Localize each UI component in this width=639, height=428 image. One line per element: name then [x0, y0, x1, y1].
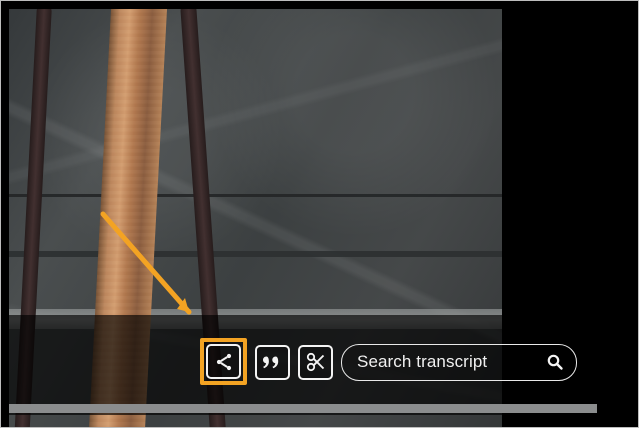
search-icon[interactable]	[546, 353, 564, 371]
quote-button[interactable]	[255, 344, 290, 380]
search-transcript-placeholder: Search transcript	[357, 352, 488, 371]
stone-wall-seam-lower	[9, 251, 502, 257]
player-controls: Search transcript	[200, 338, 577, 385]
share-button-highlight	[200, 338, 247, 385]
progress-track[interactable]	[9, 404, 597, 413]
clip-button[interactable]	[298, 344, 333, 380]
stone-wall-seam	[9, 194, 502, 197]
share-button[interactable]	[206, 344, 241, 379]
search-transcript-field[interactable]: Search transcript	[341, 343, 577, 381]
quote-icon	[261, 352, 285, 372]
share-icon	[214, 352, 234, 372]
scissors-icon	[305, 351, 327, 373]
video-player: Search transcript	[0, 0, 639, 428]
